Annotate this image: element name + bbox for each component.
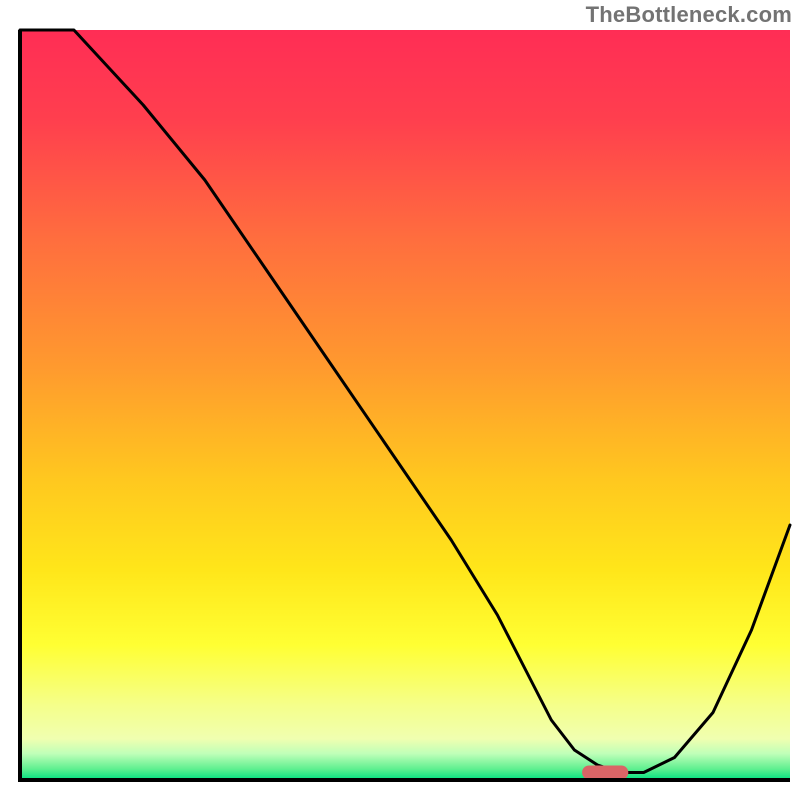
gradient-background xyxy=(20,30,790,780)
watermark-text: TheBottleneck.com xyxy=(586,2,792,28)
optimal-marker xyxy=(582,766,628,780)
bottleneck-chart xyxy=(0,0,800,800)
plot-area xyxy=(20,30,790,780)
